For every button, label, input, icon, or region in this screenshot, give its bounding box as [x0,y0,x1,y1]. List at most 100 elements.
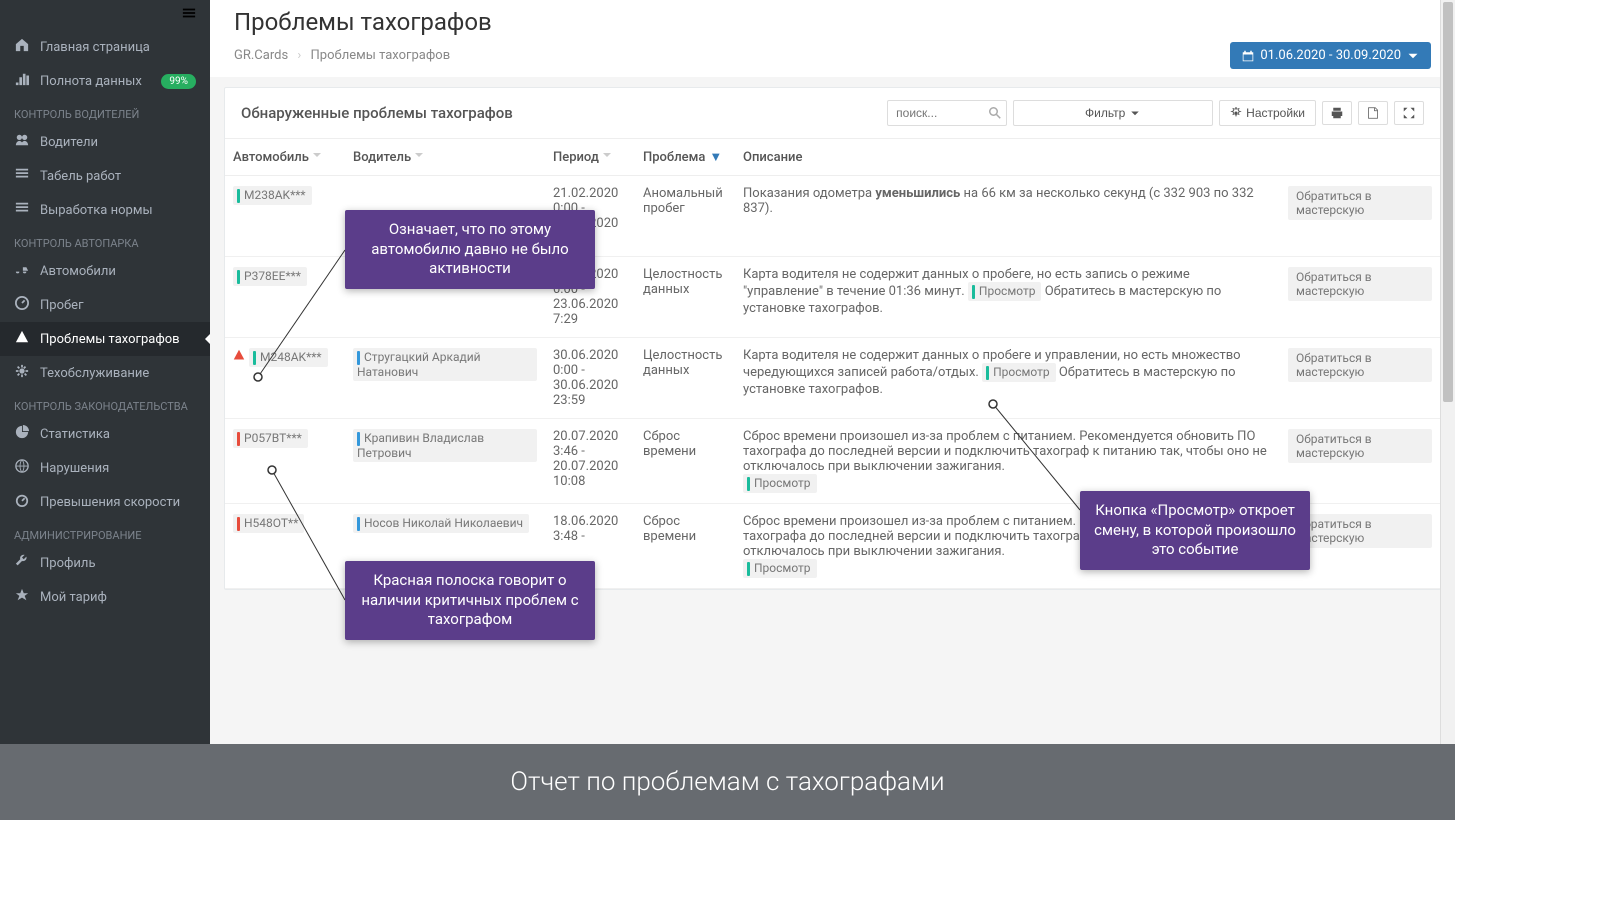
sidebar-toggle-icon[interactable] [0,0,210,30]
print-button[interactable] [1322,101,1352,125]
problem-cell: Целостность данных [635,338,735,419]
period-cell: 20.07.2020 3:46 - 20.07.2020 10:08 [545,419,635,504]
sidebar-item[interactable]: Автомобили [0,254,210,288]
workshop-button[interactable]: Обратиться в мастерскую [1288,429,1432,463]
period-cell: 30.06.2020 0:00 - 30.06.2020 23:59 [545,338,635,419]
sidebar-item-label: Превышения скорости [40,495,180,510]
list-icon [14,167,30,185]
search-icon [989,107,1001,119]
vehicle-tag[interactable]: P057BT*** [233,429,308,448]
driver-tag[interactable]: Стругацкий Аркадий Натанович [353,348,537,381]
vehicle-tag[interactable]: M248AK*** [249,348,328,367]
callout-preview-button: Кнопка «Просмотр» откроет смену, в котор… [1080,491,1310,570]
breadcrumb-root[interactable]: GR.Cards [234,48,288,63]
wrench-icon [14,554,30,572]
sidebar-item[interactable]: Нарушения [0,451,210,485]
dashboard-icon [14,296,30,314]
vehicle-tag[interactable]: H548OT** [233,514,304,533]
settings-label: Настройки [1246,106,1305,120]
sidebar-item[interactable]: Техобслуживание [0,356,210,390]
breadcrumb: GR.Cards › Проблемы тахографов [234,48,450,63]
table-row: M248AK*** Стругацкий Аркадий Натанович 3… [225,338,1440,419]
download-icon [1367,107,1379,119]
filter-button[interactable]: Фильтр [1013,100,1213,126]
sidebar-section-title: КОНТРОЛЬ АВТОПАРКА [0,227,210,254]
callout-red-stripe: Красная полоска говорит о наличии критич… [345,561,595,640]
breadcrumb-current: Проблемы тахографов [311,48,451,63]
workshop-button[interactable]: Обратиться в мастерскую [1288,267,1432,301]
warning-icon [14,330,30,348]
sidebar-item-label: Техобслуживание [40,366,149,381]
preview-button[interactable]: Просмотр [968,282,1042,301]
sidebar-item[interactable]: Проблемы тахографов [0,322,210,356]
print-icon [1331,107,1343,119]
sidebar-item-label: Полнота данных [40,74,142,89]
th-vehicle[interactable]: Автомобиль [225,139,345,176]
sidebar-item[interactable]: Выработка нормы [0,193,210,227]
driver-tag[interactable]: Крапивин Владислав Петрович [353,429,537,462]
page-title: Проблемы тахографов [234,8,1431,36]
list-icon [14,201,30,219]
preview-button[interactable]: Просмотр [743,474,817,493]
badge: 99% [161,74,196,89]
sidebar-item[interactable]: Мой тариф [0,580,210,614]
bars-icon [14,72,30,90]
footer-caption: Отчет по проблемам с тахографами [0,744,1455,820]
gear-icon [1230,107,1242,119]
sidebar-item[interactable]: Пробег [0,288,210,322]
sidebar-item-label: Проблемы тахографов [40,332,180,347]
sidebar-item-label: Выработка нормы [40,203,153,218]
piechart-icon [14,425,30,443]
fullscreen-button[interactable] [1394,101,1424,125]
sidebar-section-title: АДМИНИСТРИРОВАНИЕ [0,519,210,546]
th-problem[interactable]: Проблема▼ [635,139,735,176]
sidebar-item[interactable]: Превышения скорости [0,485,210,519]
sidebar-item[interactable]: Статистика [0,417,210,451]
users-icon [14,133,30,151]
problem-cell: Целостность данных [635,257,735,338]
sidebar-item-label: Мой тариф [40,590,107,605]
sidebar-item-label: Нарушения [40,461,109,476]
globe-icon [14,459,30,477]
date-range-picker[interactable]: 01.06.2020 - 30.09.2020 [1230,42,1431,69]
sidebar-section-title: КОНТРОЛЬ ЗАКОНОДАТЕЛЬСТВА [0,390,210,417]
star-icon [14,588,30,606]
panel-title: Обнаруженные проблемы тахографов [241,104,879,122]
sidebar-item-label: Водители [40,135,98,150]
th-driver[interactable]: Водитель [345,139,545,176]
driver-tag[interactable]: Носов Николай Николаевич [353,514,529,533]
chevron-down-icon [1407,50,1419,62]
chevron-right-icon: › [297,48,301,63]
workshop-button[interactable]: Обратиться в мастерскую [1288,186,1432,220]
sidebar-item[interactable]: Профиль [0,546,210,580]
th-period[interactable]: Период [545,139,635,176]
sidebar-section-title: КОНТРОЛЬ ВОДИТЕЛЕЙ [0,98,210,125]
workshop-button[interactable]: Обратиться в мастерскую [1288,348,1432,382]
sidebar-item-label: Табель работ [40,169,121,184]
scrollbar[interactable] [1440,0,1455,744]
sidebar-item-label: Пробег [40,298,84,313]
home-icon [14,38,30,56]
sidebar-item[interactable]: Полнота данных 99% [0,64,210,98]
gears-icon [14,364,30,382]
preview-button[interactable]: Просмотр [982,363,1056,382]
warning-icon [233,350,245,365]
sidebar-item[interactable]: Табель работ [0,159,210,193]
th-description[interactable]: Описание [735,139,1280,176]
vehicle-tag[interactable]: P378EE*** [233,267,307,286]
settings-button[interactable]: Настройки [1219,100,1316,126]
speed-icon [14,493,30,511]
export-button[interactable] [1358,101,1388,125]
sidebar-item-label: Главная страница [40,40,150,55]
expand-icon [1403,107,1415,119]
sidebar-item[interactable]: Водители [0,125,210,159]
caret-down-icon [1129,107,1141,119]
search-input-wrapper [887,100,1007,126]
filter-label: Фильтр [1085,106,1125,120]
preview-button[interactable]: Просмотр [743,559,817,578]
vehicle-tag[interactable]: M238AK*** [233,186,312,205]
callout-inactive-vehicle: Означает, что по этому автомобилю давно … [345,210,595,289]
description-cell: Показания одометра уменьшились на 66 км … [735,176,1280,257]
problem-cell: Сброс времени [635,419,735,504]
sidebar-item[interactable]: Главная страница [0,30,210,64]
